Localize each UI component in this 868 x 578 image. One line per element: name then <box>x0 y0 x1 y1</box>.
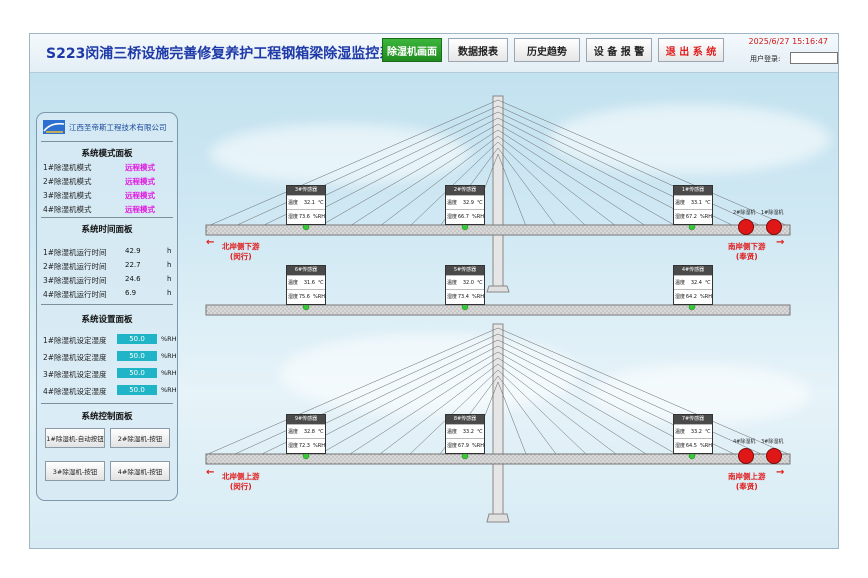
arrow-right-icon: → <box>776 467 785 478</box>
temp-unit: ℃ <box>477 199 483 206</box>
temp-unit: ℃ <box>705 428 711 435</box>
dehumidifier-label: 1#除湿机 <box>761 210 784 216</box>
temp-unit: ℃ <box>477 428 483 435</box>
temp-value: 32.0 <box>462 279 474 286</box>
sensor-name: 5#传感器 <box>446 266 484 275</box>
humidity-value: 73.4 <box>457 293 469 300</box>
dehumidifier-2-indicator[interactable] <box>738 219 754 235</box>
humidity-value: 66.7 <box>457 213 469 220</box>
humidity-label: 湿度 <box>288 443 299 449</box>
temp-value: 32.4 <box>690 279 702 286</box>
temp-label: 温度 <box>675 429 686 435</box>
temp-label: 温度 <box>447 429 458 435</box>
temp-value: 32.8 <box>303 428 315 435</box>
sensor-name: 2#传感器 <box>446 186 484 195</box>
humidity-label: 湿度 <box>288 294 299 300</box>
arrow-left-icon: ← <box>206 237 215 248</box>
humidity-unit: %RH <box>472 442 484 449</box>
sensor-name: 3#传感器 <box>287 186 325 195</box>
humidity-value: 72.3 <box>298 442 310 449</box>
temp-value: 33.1 <box>690 199 702 206</box>
dehumidifier-label: 4#除湿机 <box>733 439 756 445</box>
sensor-name: 6#传感器 <box>287 266 325 275</box>
tower-top <box>492 95 504 287</box>
humidity-unit: %RH <box>313 293 325 300</box>
direction-label: 南岸侧下游 (奉贤) <box>728 242 766 261</box>
temp-value: 33.2 <box>690 428 702 435</box>
sensor-name: 8#传感器 <box>446 415 484 424</box>
humidity-unit: %RH <box>700 213 712 220</box>
sensor-card-3[interactable]: 3#传感器 温度 32.1 ℃ 湿度 73.6 %RH <box>286 185 326 225</box>
dehumidifier-1-indicator[interactable] <box>766 219 782 235</box>
temp-label: 温度 <box>675 200 686 206</box>
temp-label: 温度 <box>288 429 299 435</box>
direction-label: 北岸侧下游 (闵行) <box>222 242 260 261</box>
direction-label: 北岸侧上游 (闵行) <box>222 472 260 491</box>
sensor-card-9[interactable]: 9#传感器 温度 32.8 ℃ 湿度 72.3 %RH <box>286 414 326 454</box>
humidity-label: 湿度 <box>675 443 686 449</box>
sensor-name: 1#传感器 <box>674 186 712 195</box>
temp-label: 温度 <box>288 200 299 206</box>
dehumidifier-label: 3#除湿机 <box>761 439 784 445</box>
humidity-unit: %RH <box>313 442 325 449</box>
temp-label: 温度 <box>447 280 458 286</box>
temp-unit: ℃ <box>477 279 483 286</box>
humidity-unit: %RH <box>472 213 484 220</box>
deck-middle <box>205 304 791 316</box>
humidity-value: 73.6 <box>298 213 310 220</box>
sensor-card-5[interactable]: 5#传感器 温度 32.0 ℃ 湿度 73.4 %RH <box>445 265 485 305</box>
humidity-label: 湿度 <box>447 443 458 449</box>
humidity-label: 湿度 <box>447 214 458 220</box>
humidity-value: 67.2 <box>685 213 697 220</box>
tower-bottom-base <box>486 513 510 523</box>
sensor-name: 7#传感器 <box>674 415 712 424</box>
temp-unit: ℃ <box>318 279 324 286</box>
arrow-right-icon: → <box>776 237 785 248</box>
temp-unit: ℃ <box>705 279 711 286</box>
dehumidifier-label: 2#除湿机 <box>733 210 756 216</box>
humidity-label: 湿度 <box>675 294 686 300</box>
app-window: S223闵浦三桥设施完善修复养护工程钢箱梁除湿监控系统 除湿机画面 数据报表 历… <box>29 33 839 549</box>
sensor-card-6[interactable]: 6#传感器 温度 31.6 ℃ 湿度 75.6 %RH <box>286 265 326 305</box>
humidity-value: 75.6 <box>298 293 310 300</box>
sensor-name: 4#传感器 <box>674 266 712 275</box>
temp-label: 温度 <box>288 280 299 286</box>
humidity-label: 湿度 <box>288 214 299 220</box>
deck-downstream <box>205 224 791 236</box>
temp-label: 温度 <box>447 200 458 206</box>
temp-value: 31.6 <box>303 279 315 286</box>
temp-value: 32.9 <box>462 199 474 206</box>
temp-value: 33.2 <box>462 428 474 435</box>
humidity-label: 湿度 <box>447 294 458 300</box>
dehumidifier-4-indicator[interactable] <box>738 448 754 464</box>
sensor-name: 9#传感器 <box>287 415 325 424</box>
temp-unit: ℃ <box>318 428 324 435</box>
dehumidifier-3-indicator[interactable] <box>766 448 782 464</box>
sensor-card-8[interactable]: 8#传感器 温度 33.2 ℃ 湿度 67.9 %RH <box>445 414 485 454</box>
tower-bottom <box>492 323 504 515</box>
temp-label: 温度 <box>675 280 686 286</box>
humidity-value: 64.2 <box>685 293 697 300</box>
humidity-unit: %RH <box>472 293 484 300</box>
humidity-unit: %RH <box>700 442 712 449</box>
temp-unit: ℃ <box>318 199 324 206</box>
deck-upstream <box>205 453 791 465</box>
sensor-card-4[interactable]: 4#传感器 温度 32.4 ℃ 湿度 64.2 %RH <box>673 265 713 305</box>
humidity-unit: %RH <box>700 293 712 300</box>
sensor-card-2[interactable]: 2#传感器 温度 32.9 ℃ 湿度 66.7 %RH <box>445 185 485 225</box>
humidity-unit: %RH <box>313 213 325 220</box>
bridge-diagram <box>205 95 791 523</box>
tower-top-base <box>486 285 510 293</box>
sensor-card-1[interactable]: 1#传感器 温度 33.1 ℃ 湿度 67.2 %RH <box>673 185 713 225</box>
humidity-label: 湿度 <box>675 214 686 220</box>
humidity-value: 64.5 <box>685 442 697 449</box>
arrow-left-icon: ← <box>206 467 215 478</box>
humidity-value: 67.9 <box>457 442 469 449</box>
sensor-card-7[interactable]: 7#传感器 温度 33.2 ℃ 湿度 64.5 %RH <box>673 414 713 454</box>
temp-value: 32.1 <box>303 199 315 206</box>
direction-label: 南岸侧上游 (奉贤) <box>728 472 766 491</box>
temp-unit: ℃ <box>705 199 711 206</box>
